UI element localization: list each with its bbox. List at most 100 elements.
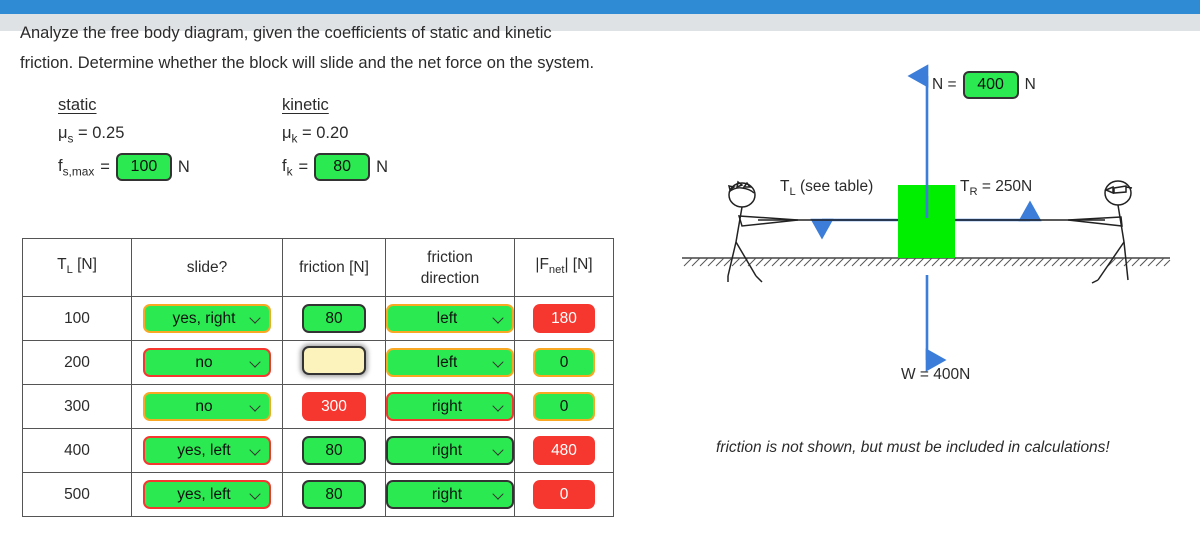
slide-select[interactable]: yes, left — [143, 480, 271, 509]
table-row: 400 yes, left 80 right 480 — [22, 428, 614, 473]
cell-tension-left: 500 — [22, 472, 132, 517]
fmax-equals: = — [100, 157, 110, 176]
friction-direction-select[interactable]: left — [386, 304, 514, 333]
cell-direction: right — [385, 384, 515, 429]
cell-slide: yes, left — [131, 428, 283, 473]
header-dir-line2: direction — [420, 269, 480, 287]
free-body-diagram: N = 400 N TL (see table) TR = 250N W = 4… — [650, 30, 1200, 500]
static-mu-line: μs = 0.25 — [58, 124, 190, 145]
friction-input[interactable]: 80 — [302, 436, 366, 465]
header-dir-line1: friction — [427, 248, 473, 266]
kinetic-mu-line: μk = 0.20 — [282, 124, 388, 145]
prompt-line-1: Analyze the free body diagram, given the… — [20, 24, 552, 42]
fnet-input[interactable]: 0 — [533, 392, 595, 421]
page-root: Analyze the free body diagram, given the… — [0, 0, 1200, 545]
friction-input[interactable] — [302, 345, 366, 375]
header-fnet-post: | [N] — [564, 255, 593, 273]
table-header-row: TL [N] slide? friction [N] friction direc… — [22, 238, 614, 297]
friction-direction-select[interactable]: right — [386, 436, 514, 465]
slide-select[interactable]: no — [143, 392, 271, 421]
slide-select[interactable]: yes, left — [143, 436, 271, 465]
cell-friction — [282, 340, 386, 385]
chevron-down-icon — [494, 490, 503, 499]
header-fnet-pre: |F — [535, 255, 549, 273]
diagram-caption: friction is not shown, but must be inclu… — [716, 439, 1110, 456]
mu-symbol-kinetic: μ — [282, 124, 292, 142]
fnet-input[interactable]: 180 — [533, 304, 595, 333]
ground-hatching — [683, 257, 1171, 267]
weight-label: W = 400N — [901, 366, 971, 383]
prompt-line-2: friction. Determine whether the block wi… — [20, 54, 533, 72]
chevron-down-icon — [494, 402, 503, 411]
chevron-down-icon — [251, 314, 260, 323]
cell-friction: 80 — [282, 428, 386, 473]
tl-rest: (see table) — [795, 178, 874, 195]
cell-tension-left: 300 — [22, 384, 132, 429]
cell-slide: no — [131, 340, 283, 385]
fk-input[interactable]: 80 — [314, 153, 371, 182]
cell-fnet: 180 — [514, 296, 614, 341]
cell-direction: right — [385, 472, 515, 517]
problem-prompt: Analyze the free body diagram, given the… — [20, 18, 600, 78]
chevron-down-icon — [251, 358, 260, 367]
analysis-table: TL [N] slide? friction [N] friction direc… — [22, 238, 614, 517]
chevron-down-icon — [494, 358, 503, 367]
cell-fnet: 0 — [514, 384, 614, 429]
tr-rest: = 250N — [977, 178, 1033, 195]
table-head: TL [N] slide? friction [N] friction direc… — [22, 238, 614, 297]
mu-value-kinetic: = 0.20 — [297, 124, 349, 142]
friction-direction-select[interactable]: right — [386, 480, 514, 509]
fmax-label: fs,max — [58, 157, 94, 178]
chevron-down-icon — [251, 402, 260, 411]
kinetic-heading: kinetic — [282, 96, 329, 114]
coefficients-section: static μs = 0.25 fs,max = 100 N kinetic … — [20, 96, 620, 192]
cell-slide: yes, right — [131, 296, 283, 341]
normal-prefix: N = — [932, 76, 957, 93]
fk-equals: = — [298, 157, 309, 176]
kinetic-fk-line: fk = 80 N — [282, 153, 389, 182]
friction-input[interactable]: 80 — [302, 480, 366, 509]
fmax-unit: N — [177, 157, 190, 176]
fnet-input[interactable]: 480 — [533, 436, 595, 465]
cell-direction: left — [385, 340, 515, 385]
fnet-input[interactable]: 0 — [533, 348, 595, 377]
cell-fnet: 0 — [514, 472, 614, 517]
mu-value-static: = 0.25 — [73, 124, 125, 142]
table-row: 100 yes, right 80 left 180 — [22, 296, 614, 341]
tr-subscript: R — [969, 186, 978, 199]
normal-unit: N — [1024, 76, 1036, 93]
left-column: Analyze the free body diagram, given the… — [20, 18, 620, 192]
cell-friction: 80 — [282, 296, 386, 341]
normal-force-input[interactable]: 400 — [962, 71, 1019, 99]
header-friction-direction: friction direction — [385, 238, 515, 297]
fmax-subscript: s,max — [62, 163, 95, 178]
cell-slide: yes, left — [131, 472, 283, 517]
diagram-canvas — [682, 64, 1171, 372]
friction-input[interactable]: 300 — [302, 392, 366, 421]
header-fnet: |Fnet| [N] — [514, 238, 614, 297]
tension-right-label: TR = 250N — [960, 178, 1032, 198]
kinetic-coefficient-group: kinetic μk = 0.20 fk = 80 N — [282, 96, 389, 182]
header-tl-unit: [N] — [72, 255, 97, 273]
static-coefficient-group: static μs = 0.25 fs,max = 100 N — [58, 96, 190, 182]
static-heading: static — [58, 96, 97, 114]
table-row: 300 no 300 right 0 — [22, 384, 614, 429]
table-row: 500 yes, left 80 right 0 — [22, 472, 614, 517]
chevron-down-icon — [494, 314, 503, 323]
table-row: 200 no left 0 — [22, 340, 614, 385]
static-fmax-line: fs,max = 100 N — [58, 153, 190, 182]
tension-left-label: TL (see table) — [780, 178, 873, 198]
cell-direction: left — [385, 296, 515, 341]
slide-select[interactable]: yes, right — [143, 304, 271, 333]
fnet-input[interactable]: 0 — [533, 480, 595, 509]
normal-force-label: N = 400 N — [932, 71, 1036, 99]
friction-direction-select[interactable]: left — [386, 348, 514, 377]
slide-select[interactable]: no — [143, 348, 271, 377]
fk-unit: N — [376, 157, 389, 176]
cell-friction: 80 — [282, 472, 386, 517]
header-friction: friction [N] — [282, 238, 386, 297]
table-body: 100 yes, right 80 left 180 200 no left 0 300 no 300… — [22, 296, 614, 517]
fs-max-input[interactable]: 100 — [115, 153, 172, 182]
friction-direction-select[interactable]: right — [386, 392, 514, 421]
friction-input[interactable]: 80 — [302, 304, 366, 333]
